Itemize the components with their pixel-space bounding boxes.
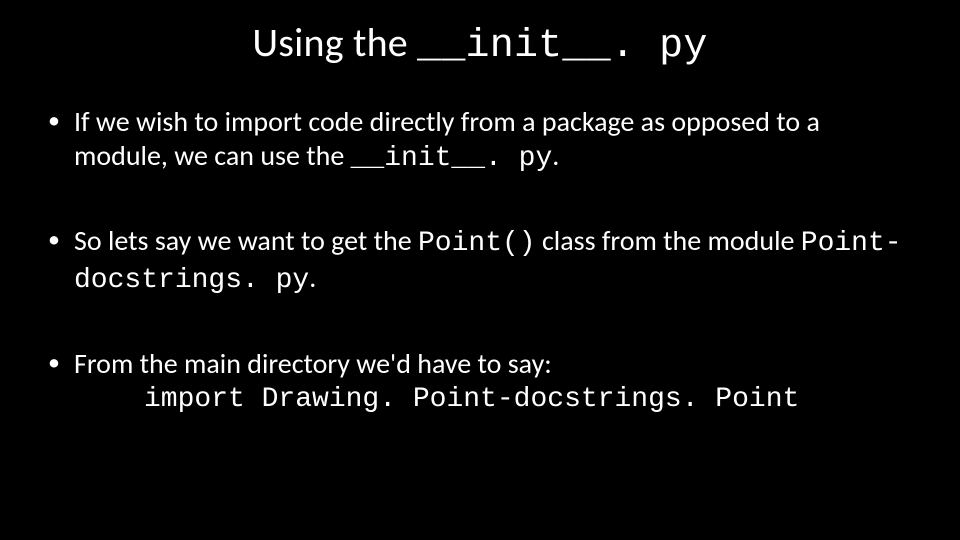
title-code: __init__. py <box>417 24 707 69</box>
bullet-text: . <box>309 260 316 295</box>
title-prefix: Using the <box>252 18 417 67</box>
bullet-code: __init__. py <box>351 143 553 174</box>
slide: Using the __init__. py If we wish to imp… <box>0 0 960 540</box>
bullet-text: class from the module <box>536 223 801 258</box>
bullet-text: So lets say we want to get the <box>74 223 418 258</box>
bullet-code-line: import Drawing. Point-docstrings. Point <box>74 383 920 417</box>
bullet-item: So lets say we want to get the Point() c… <box>40 224 920 298</box>
bullet-list: If we wish to import code directly from … <box>40 105 920 417</box>
slide-title: Using the __init__. py <box>40 18 920 69</box>
bullet-code: Point() <box>418 228 536 259</box>
bullet-item: If we wish to import code directly from … <box>40 105 920 176</box>
bullet-text: . <box>552 138 559 173</box>
bullet-item: From the main directory we'd have to say… <box>40 347 920 417</box>
bullet-text: From the main directory we'd have to say… <box>74 346 552 381</box>
